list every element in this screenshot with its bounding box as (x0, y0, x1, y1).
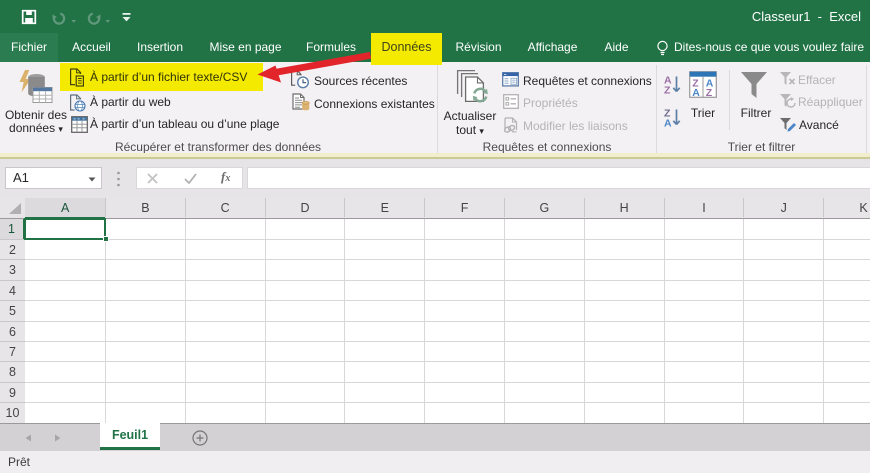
svg-text:Z: Z (664, 85, 671, 97)
svg-text:A: A (692, 87, 700, 98)
svg-text:A: A (664, 118, 672, 130)
svg-text:Z: Z (706, 87, 713, 98)
